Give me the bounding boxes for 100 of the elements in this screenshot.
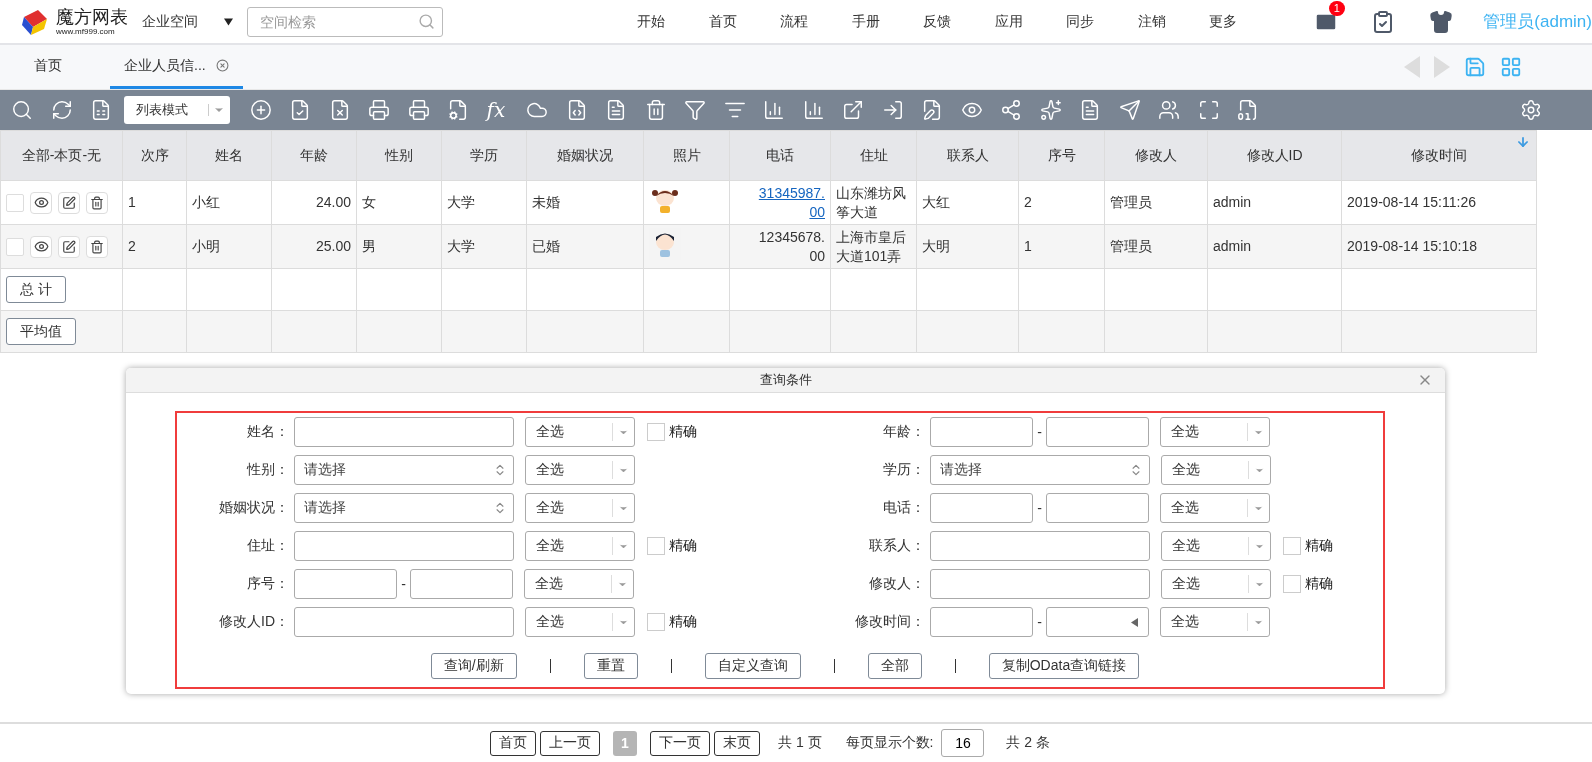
tab[interactable]: 首页 xyxy=(20,45,76,89)
import-icon[interactable] xyxy=(881,99,904,121)
text-field[interactable] xyxy=(294,531,514,561)
nav-link[interactable]: 流程 xyxy=(758,12,830,31)
match-select[interactable]: 全选 xyxy=(525,493,635,523)
match-select[interactable]: 全选 xyxy=(1161,569,1271,599)
range-from-field[interactable] xyxy=(294,569,397,599)
refresh-icon[interactable] xyxy=(50,99,73,121)
match-select[interactable]: 全选 xyxy=(1161,531,1271,561)
text-field[interactable] xyxy=(930,531,1150,561)
column-header[interactable]: 修改时间 xyxy=(1341,130,1537,181)
match-select[interactable]: 全选 xyxy=(1161,455,1271,485)
send-icon[interactable] xyxy=(1118,99,1141,121)
sort-icon[interactable] xyxy=(1516,135,1530,149)
column-header[interactable]: 照片 xyxy=(643,130,730,181)
column-header[interactable]: 序号 xyxy=(1018,130,1105,181)
match-select[interactable]: 全选 xyxy=(525,417,635,447)
filter-icon[interactable] xyxy=(684,99,706,121)
file-gear-icon[interactable] xyxy=(447,99,469,121)
trash-icon[interactable] xyxy=(644,99,667,121)
query-button[interactable]: 查询/刷新 xyxy=(430,653,517,679)
close-tab-icon[interactable] xyxy=(215,59,229,72)
search-icon[interactable] xyxy=(418,12,436,30)
bar-chart-icon[interactable] xyxy=(763,99,785,121)
range-from-field[interactable] xyxy=(930,493,1033,523)
match-select[interactable]: 全选 xyxy=(525,455,635,485)
column-header[interactable]: 次序 xyxy=(122,130,187,181)
delete-button[interactable] xyxy=(86,191,108,214)
row-checkbox[interactable] xyxy=(6,193,24,212)
match-select[interactable]: 全选 xyxy=(1160,493,1270,523)
nav-link[interactable]: 应用 xyxy=(972,12,1045,31)
date-from-field[interactable] xyxy=(930,607,1033,637)
pager-button[interactable]: 下一页 xyxy=(650,730,710,756)
exact-checkbox[interactable] xyxy=(1283,575,1301,593)
nav-link[interactable]: 首页 xyxy=(686,12,759,31)
sparkles-icon[interactable] xyxy=(1039,99,1062,121)
column-header[interactable]: 联系人 xyxy=(916,130,1019,181)
bar-chart-icon[interactable] xyxy=(802,99,825,121)
column-header[interactable]: 性别 xyxy=(356,130,442,181)
text-field[interactable] xyxy=(294,607,514,637)
file-edit-icon[interactable] xyxy=(921,99,943,121)
spreadsheet-icon[interactable] xyxy=(90,99,112,121)
file-text-icon[interactable] xyxy=(1079,99,1101,121)
date-to-field[interactable] xyxy=(1046,607,1149,637)
users-icon[interactable] xyxy=(1158,99,1180,121)
row-checkbox[interactable] xyxy=(6,237,24,256)
summary-button[interactable]: 平均值 xyxy=(6,318,76,345)
summary-button[interactable]: 总 计 xyxy=(6,276,66,303)
column-header[interactable]: 婚姻状况 xyxy=(526,130,644,181)
query-button[interactable]: 全部 xyxy=(867,653,922,679)
nav-link[interactable]: 注销 xyxy=(1115,12,1188,31)
range-to-field[interactable] xyxy=(1046,493,1149,523)
column-header[interactable]: 年龄 xyxy=(271,130,357,181)
grid-icon[interactable] xyxy=(1500,56,1522,78)
match-select[interactable]: 全选 xyxy=(524,569,634,599)
column-header[interactable]: 修改人ID xyxy=(1207,130,1342,181)
file-check-icon[interactable] xyxy=(289,99,311,121)
pager-button[interactable]: 上一页 xyxy=(540,730,600,756)
share-icon[interactable] xyxy=(1000,99,1022,121)
range-to-field[interactable] xyxy=(1046,417,1149,447)
formula-button[interactable]: fx xyxy=(486,98,526,122)
pager-button[interactable]: 末页 xyxy=(714,730,760,756)
text-field[interactable] xyxy=(294,417,514,447)
nav-link[interactable]: 反馈 xyxy=(901,12,973,31)
text-field[interactable] xyxy=(930,569,1150,599)
shirt-icon[interactable] xyxy=(1428,9,1453,34)
file-digit-icon[interactable] xyxy=(1237,99,1259,121)
select-field[interactable]: 请选择 xyxy=(930,455,1150,485)
match-select[interactable]: 全选 xyxy=(1160,607,1270,637)
settings-icon[interactable] xyxy=(1520,99,1542,121)
search-icon[interactable] xyxy=(11,99,33,121)
view-mode-select[interactable]: 列表模式 xyxy=(123,96,230,124)
caret-icon[interactable] xyxy=(224,17,234,26)
match-select[interactable]: 全选 xyxy=(525,607,635,637)
search-field[interactable]: 空间检索 xyxy=(247,6,444,37)
fullscreen-icon[interactable] xyxy=(1197,99,1220,121)
page-size-field[interactable]: 16 xyxy=(941,729,985,757)
match-select[interactable]: 全选 xyxy=(1160,417,1270,447)
select-header[interactable]: 全部-本页-无 xyxy=(0,130,123,181)
pager-button[interactable]: 首页 xyxy=(490,730,536,756)
edit-button[interactable] xyxy=(58,191,80,214)
query-button[interactable]: 复制OData查询链接 xyxy=(988,653,1140,679)
add-icon[interactable] xyxy=(249,99,272,121)
column-header[interactable]: 姓名 xyxy=(186,130,272,181)
range-from-field[interactable] xyxy=(930,417,1033,447)
view-button[interactable] xyxy=(30,191,52,214)
exact-checkbox[interactable] xyxy=(1283,537,1301,555)
printer-icon[interactable] xyxy=(368,99,390,121)
column-header[interactable]: 修改人 xyxy=(1104,130,1208,181)
column-header[interactable]: 电话 xyxy=(729,130,831,181)
exact-checkbox[interactable] xyxy=(647,537,665,555)
nav-link[interactable]: 开始 xyxy=(615,12,687,31)
select-field[interactable]: 请选择 xyxy=(294,455,514,485)
nav-link[interactable]: 同步 xyxy=(1044,12,1116,31)
select-field[interactable]: 请选择 xyxy=(294,493,514,523)
delete-button[interactable] xyxy=(86,235,108,258)
exact-checkbox[interactable] xyxy=(647,613,665,631)
query-button[interactable]: 自定义查询 xyxy=(704,653,801,679)
edit-button[interactable] xyxy=(58,235,80,258)
view-button[interactable] xyxy=(30,235,52,258)
